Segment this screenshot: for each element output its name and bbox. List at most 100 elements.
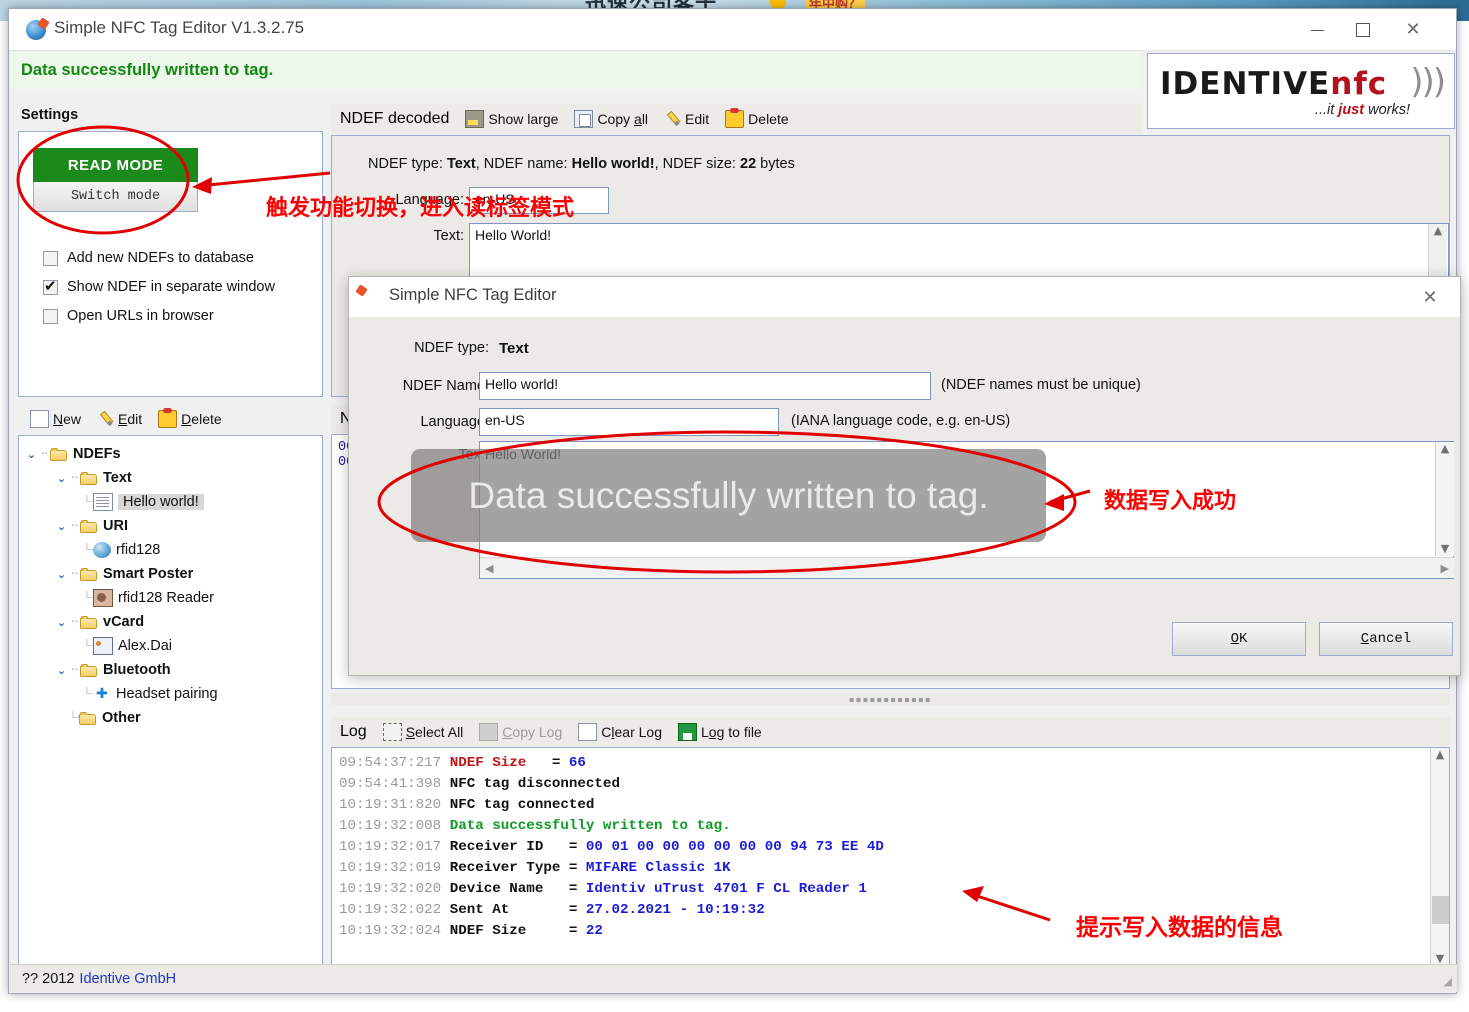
annotation-switch-mode-text: 触发功能切换，进入读标签模式: [266, 196, 575, 221]
clear-log-button[interactable]: Clear Log: [578, 722, 662, 741]
log-value: 00 01 00 00 00 00 00 00 94 73 EE 4D: [585, 839, 884, 855]
chevron-down-icon[interactable]: ⌄: [55, 520, 68, 533]
ndef-size-unit: bytes: [756, 156, 795, 172]
edit-ndef-button[interactable]: Edit: [97, 411, 142, 427]
chevron-down-icon[interactable]: ⌄: [55, 568, 68, 581]
status-bar: ?? 2012 Identive GmbH ◢: [10, 964, 1457, 992]
tree-node-bluetooth[interactable]: ⌄ ·· Bluetooth: [25, 658, 322, 682]
delete-ndef-button[interactable]: Delete: [158, 408, 222, 428]
tree-node-other[interactable]: └·· Other: [25, 706, 322, 730]
tree-node-rfid128-reader[interactable]: └··· rfid128 Reader: [25, 586, 322, 610]
scroll-up-icon[interactable]: ▲: [1434, 224, 1442, 238]
save-icon: [677, 722, 697, 741]
maximize-button[interactable]: [1340, 9, 1386, 51]
dialog-cancel-button[interactable]: Cancel: [1319, 622, 1453, 656]
scroll-right-icon[interactable]: ▶: [1441, 562, 1449, 575]
tree-node-hello-world[interactable]: └··· Hello world!: [25, 490, 322, 514]
copy-all-button[interactable]: Copy all: [574, 110, 648, 128]
bluetooth-icon: ✚: [96, 686, 108, 702]
tree-connector: └···: [83, 640, 102, 652]
chevron-down-icon[interactable]: ⌄: [55, 616, 68, 629]
folder-icon: [80, 471, 97, 485]
resize-grip-icon[interactable]: ◢: [1444, 975, 1452, 988]
chevron-down-icon[interactable]: ⌄: [25, 448, 38, 461]
log-sep: =: [526, 755, 569, 771]
log-title: Log: [340, 722, 367, 740]
tree-node-smart-poster[interactable]: ⌄ ·· Smart Poster: [25, 562, 322, 586]
checkbox-add-new-ndefs[interactable]: Add new NDEFs to database: [43, 250, 254, 266]
log-key: Receiver Type: [449, 860, 561, 876]
dialog-close-button[interactable]: ✕: [1412, 283, 1448, 311]
edit-ndef-decoded-button[interactable]: Edit: [664, 111, 709, 127]
tree-node-ndefs[interactable]: ⌄ ·· NDEFs: [25, 442, 322, 466]
read-mode-indicator[interactable]: READ MODE: [33, 148, 198, 182]
tree-dash: ··: [71, 616, 79, 628]
dialog-title: Simple NFC Tag Editor: [389, 286, 557, 304]
log-sep: =: [509, 902, 586, 918]
chevron-down-icon[interactable]: ⌄: [55, 664, 68, 677]
log-key: Sent At: [449, 902, 510, 918]
checkbox-label: Add new NDEFs to database: [67, 250, 254, 266]
log-time: 10:19:32:020: [339, 881, 442, 897]
scroll-up-icon[interactable]: ▲: [1436, 748, 1444, 762]
log-key: NFC tag connected: [449, 797, 595, 813]
ndef-tree[interactable]: ⌄·· NDEFs ⌄·· Text └··· Hello world! ⌄··: [18, 435, 323, 965]
switch-mode-button[interactable]: Switch mode: [33, 182, 198, 212]
log-sep: =: [560, 860, 586, 876]
panel-splitter[interactable]: ▪▪▪▪▪▪▪▪▪▪▪▪: [331, 693, 1450, 705]
dialog-name-input[interactable]: Hello world!: [479, 372, 931, 400]
close-icon: ✕: [1405, 19, 1421, 40]
log-sep: =: [526, 923, 586, 939]
photo-icon: [93, 589, 113, 607]
log-time: 10:19:31:820: [339, 797, 442, 813]
log-value: MIFARE Classic 1K: [585, 860, 731, 876]
log-value: Identiv uTrust 4701 F CL Reader 1: [585, 881, 867, 897]
select-all-button[interactable]: Select All: [382, 722, 463, 741]
copy-icon: [479, 722, 499, 741]
ndef-size-value: 22: [740, 156, 757, 172]
show-large-button[interactable]: Show large: [465, 110, 558, 128]
tree-node-vcard[interactable]: ⌄ ·· vCard: [25, 610, 322, 634]
scroll-down-icon[interactable]: ▼: [1441, 542, 1449, 556]
company-link[interactable]: Identive GmbH: [79, 971, 176, 987]
tree-node-label: Smart Poster: [103, 566, 194, 582]
tree-connector: └···: [83, 544, 102, 556]
toast-notification: Data successfully written to tag.: [411, 449, 1046, 542]
edit-ndef-label: Edit: [118, 411, 143, 427]
minimize-button[interactable]: [1294, 9, 1340, 51]
chevron-down-icon[interactable]: ⌄: [55, 472, 68, 485]
log-scrollbar[interactable]: ▲ ▼: [1430, 748, 1449, 966]
tree-node-label: Text: [103, 470, 132, 486]
globe-icon: [93, 542, 111, 558]
checkbox-open-urls-in-browser[interactable]: Open URLs in browser: [43, 308, 214, 324]
dialog-text-vscroll[interactable]: ▲ ▼: [1435, 442, 1454, 556]
tree-connector: └···: [83, 496, 102, 508]
log-value: 66: [568, 755, 586, 771]
new-ndef-button[interactable]: New: [30, 410, 81, 428]
log-time: 09:54:41:398: [339, 776, 442, 792]
delete-ndef-decoded-button[interactable]: Delete: [725, 108, 789, 128]
copy-log-button[interactable]: Copy Log: [479, 722, 562, 741]
ndef-large-icon: [465, 110, 485, 128]
scroll-up-icon[interactable]: ▲: [1441, 442, 1449, 456]
tree-node-headset-pairing[interactable]: └··· ✚ Headset pairing: [25, 682, 322, 706]
tree-node-text[interactable]: ⌄ ·· Text: [25, 466, 322, 490]
status-banner-message: Data successfully written to tag.: [21, 60, 274, 79]
dialog-language-input[interactable]: en-US: [479, 408, 779, 436]
tree-node-alex-dai[interactable]: └··· Alex.Dai: [25, 634, 322, 658]
folder-icon: [79, 711, 96, 725]
delete-label: Delete: [748, 111, 789, 127]
checkbox-show-ndef-separate-window[interactable]: Show NDEF in separate window: [43, 277, 275, 295]
log-to-file-button[interactable]: Log to file: [677, 722, 762, 741]
pencil-icon: [661, 107, 684, 130]
scroll-thumb[interactable]: [1432, 896, 1449, 924]
dialog-text-hscroll[interactable]: ◀ ▶: [480, 557, 1454, 578]
tree-node-uri[interactable]: ⌄ ·· URI: [25, 514, 322, 538]
dialog-ok-button[interactable]: OK: [1172, 622, 1306, 656]
trash-icon: [158, 408, 178, 428]
close-button[interactable]: ✕: [1390, 9, 1436, 51]
tree-node-label: Headset pairing: [116, 686, 218, 702]
tree-node-rfid128[interactable]: └··· rfid128: [25, 538, 322, 562]
tree-node-label: Bluetooth: [103, 662, 171, 678]
scroll-left-icon[interactable]: ◀: [485, 562, 493, 575]
